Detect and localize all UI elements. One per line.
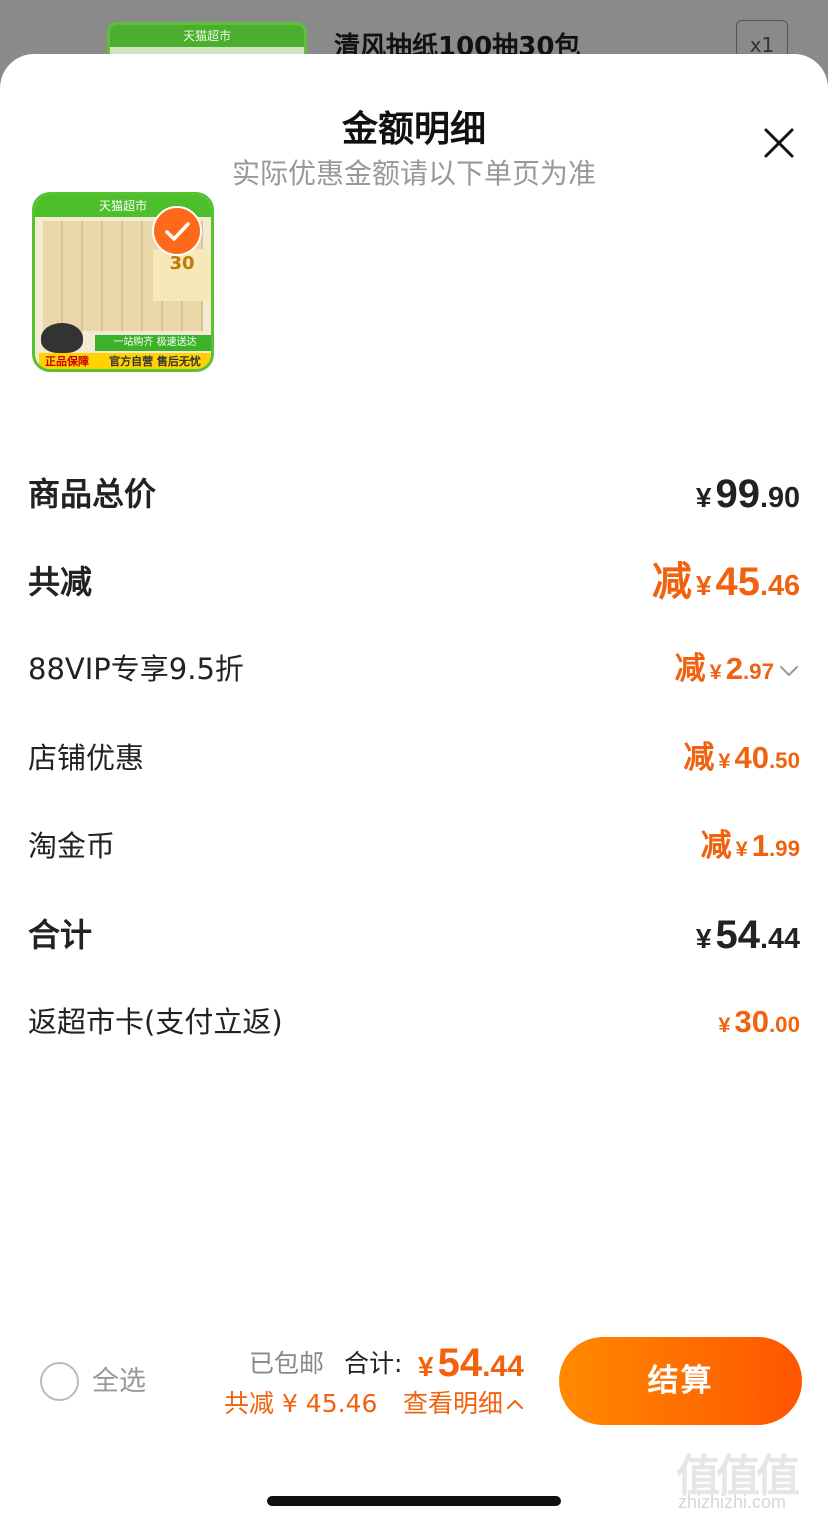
- subtotal-value: ¥99.90: [695, 472, 800, 516]
- tmall-cat-icon: [41, 323, 83, 353]
- rebate-row: 返超市卡(支付立返) ¥30.00: [28, 997, 800, 1047]
- free-shipping-note: 已包邮: [249, 1349, 325, 1378]
- vip-discount-label: 88VIP专享9.5折: [28, 652, 244, 686]
- coins-discount-label: 淘金币: [28, 829, 116, 863]
- total-label: 合计: [28, 916, 93, 954]
- close-icon[interactable]: [756, 120, 802, 166]
- coins-discount-row: 淘金币 减 ¥1.99: [28, 821, 800, 871]
- store-discount-value: 减 ¥40.50: [683, 740, 800, 776]
- footer-total-label: 合计:: [344, 1349, 403, 1378]
- thumb-genuine-badge: 正品保障: [39, 353, 95, 369]
- store-discount-row: 店铺优惠 减 ¥40.50: [28, 733, 800, 783]
- watermark: 值值值 zhizhizhi.com: [676, 1440, 824, 1520]
- view-detail-link[interactable]: 查看明细: [403, 1386, 525, 1422]
- coins-discount-value: 减 ¥1.99: [700, 828, 800, 864]
- rebate-label: 返超市卡(支付立返): [28, 1005, 283, 1039]
- total-row: 合计 ¥54.44: [28, 910, 800, 960]
- vip-discount-value[interactable]: 减 ¥2.97: [675, 644, 800, 697]
- thumb-slogan-1: 一站购齐 极速送达: [95, 335, 211, 351]
- footer-total-amount: ¥54.44: [418, 1341, 524, 1385]
- thumb-slogan-2: 官方自营 售后无忧: [95, 353, 211, 369]
- subtotal-row: 商品总价 ¥99.90: [28, 469, 800, 519]
- total-discount-value: 减 ¥45.46: [651, 559, 800, 605]
- vip-discount-row[interactable]: 88VIP专享9.5折 减 ¥2.97: [28, 644, 800, 694]
- store-discount-label: 店铺优惠: [28, 741, 145, 775]
- footer-discount-text: 共减 ¥ 45.46: [224, 1389, 378, 1418]
- select-all-label[interactable]: 全选: [92, 1362, 146, 1401]
- rebate-value: ¥30.00: [718, 1004, 800, 1039]
- sheet-subtitle: 实际优惠金额请以下单页为准: [231, 157, 596, 190]
- chevron-up-icon[interactable]: [505, 1395, 525, 1415]
- background-thumb-label: 天猫超市: [110, 25, 304, 47]
- select-all-checkbox[interactable]: [40, 1362, 79, 1401]
- home-indicator: [267, 1496, 561, 1506]
- chevron-down-icon[interactable]: [778, 660, 800, 682]
- selected-check-icon[interactable]: [152, 206, 202, 256]
- total-discount-row: 共减 减 ¥45.46: [28, 557, 800, 607]
- checkout-button[interactable]: 结算: [559, 1337, 802, 1425]
- total-value: ¥54.44: [695, 913, 800, 957]
- sheet-title: 金额明细: [341, 109, 486, 150]
- total-discount-label: 共减: [28, 563, 93, 601]
- subtotal-label: 商品总价: [28, 475, 157, 513]
- watermark-domain: zhizhizhi.com: [678, 1492, 787, 1512]
